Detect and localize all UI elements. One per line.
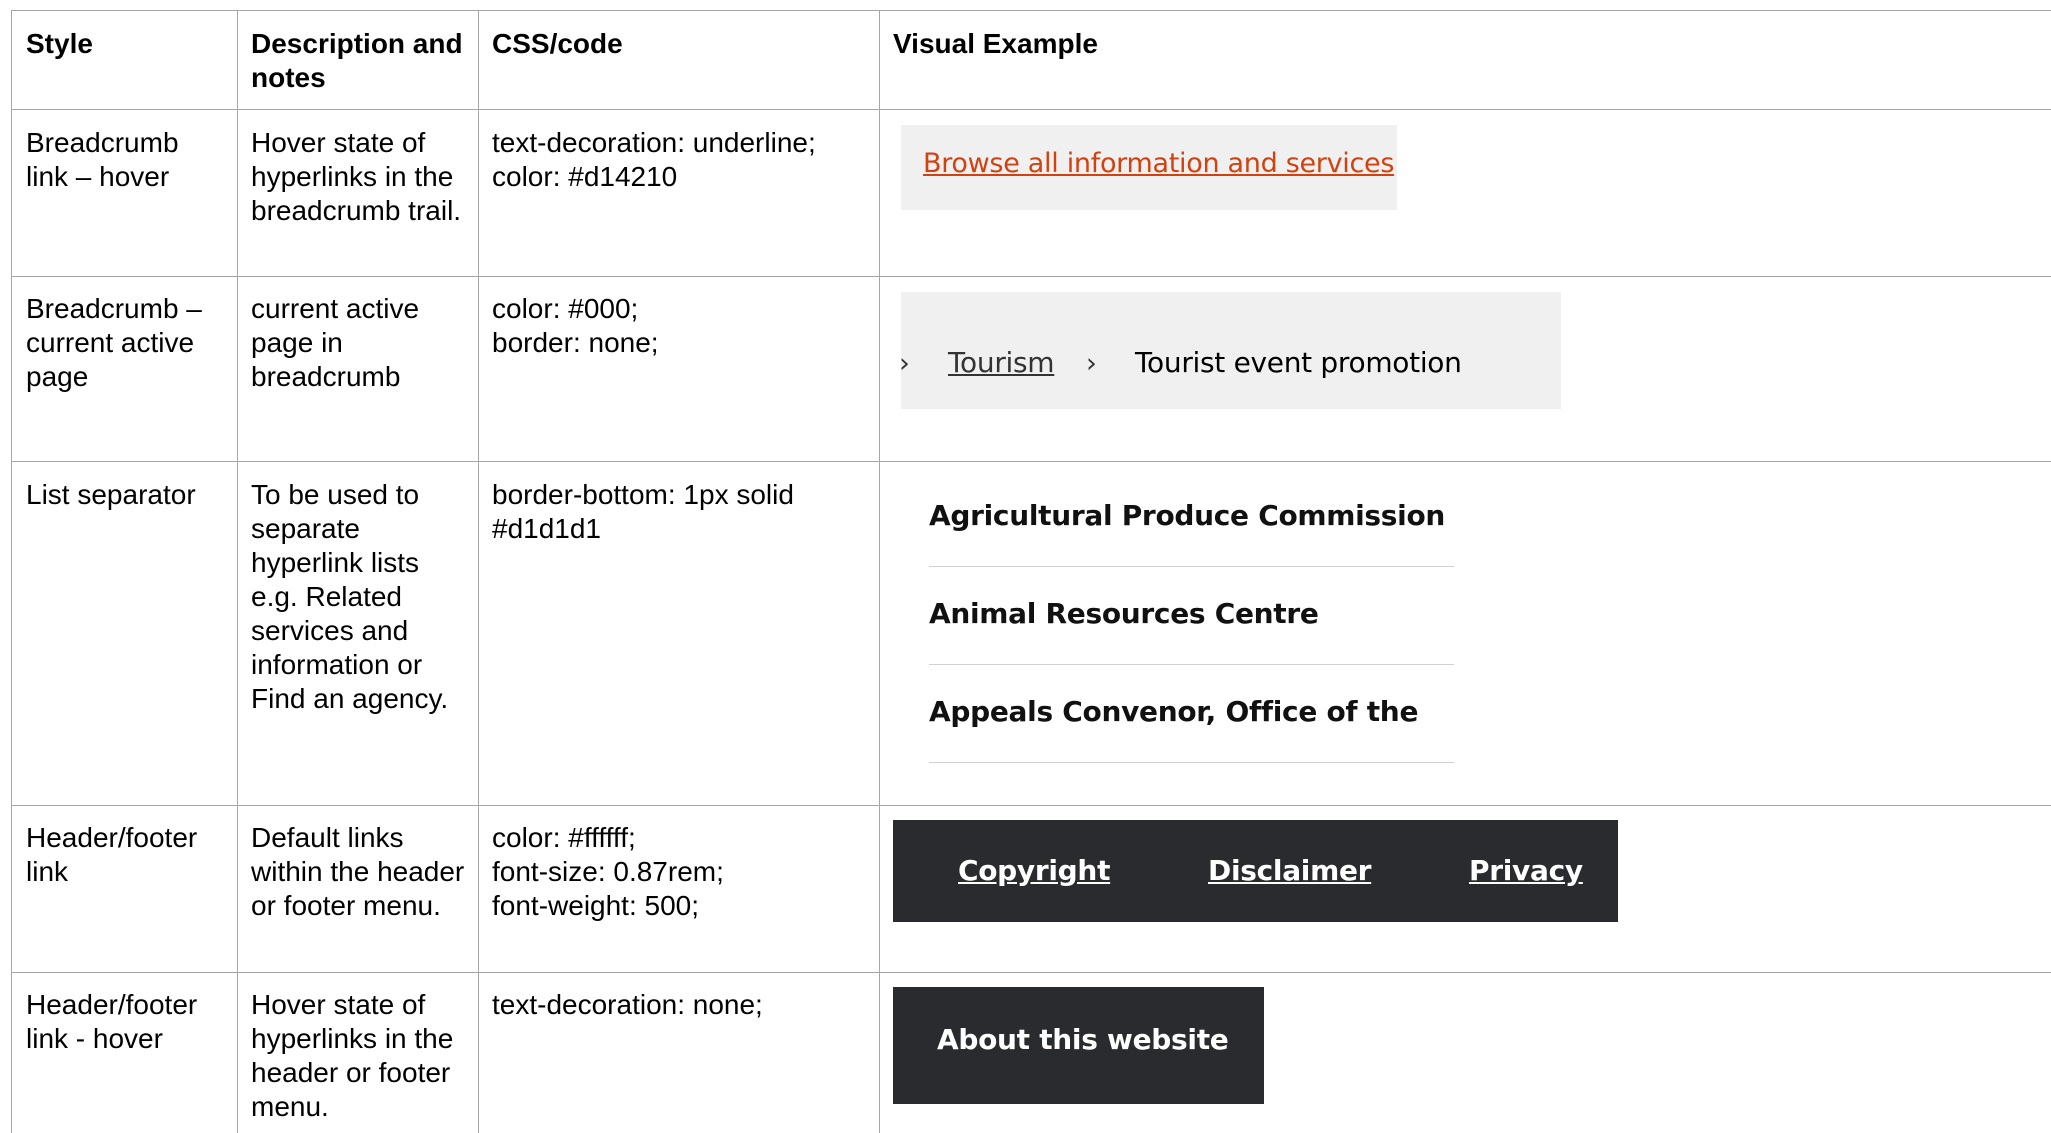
header-style: Style — [26, 28, 93, 59]
row-style: Header/footer link — [26, 822, 198, 887]
breadcrumb-current-page: Tourist event promotion — [1135, 346, 1462, 379]
row-divider — [11, 972, 2051, 973]
row-divider — [11, 461, 2051, 462]
row-css-code: text-decoration: none; — [492, 989, 763, 1020]
row-description: current active page in breadcrumb — [251, 293, 420, 392]
breadcrumb-hover-example: Browse all information and services — [901, 125, 1397, 210]
footer-link-copyright[interactable]: Copyright — [958, 854, 1110, 887]
row-description: To be used to separate hyperlink lists e… — [251, 479, 449, 714]
row-css-code: border-bottom: 1px solid #d1d1d1 — [492, 479, 794, 544]
row-style: List separator — [26, 479, 196, 510]
breadcrumb-active-example: › Tourism › Tourist event promotion — [899, 292, 1561, 409]
footer-link-privacy[interactable]: Privacy — [1469, 854, 1583, 887]
row-description: Hover state of hyperlinks in the header … — [251, 989, 454, 1122]
row-divider — [11, 276, 2051, 277]
row-divider — [11, 805, 2051, 806]
row-style: Breadcrumb – current active page — [26, 293, 202, 392]
chevron-right-icon: › — [899, 348, 910, 379]
header-description: Description and notes — [251, 28, 463, 93]
row-divider — [11, 109, 2051, 110]
row-css-code: color: #ffffff; font-size: 0.87rem; font… — [492, 822, 724, 921]
list-item[interactable]: Agricultural Produce Commission — [929, 499, 1454, 532]
footer-link-disclaimer[interactable]: Disclaimer — [1208, 854, 1371, 887]
row-css-code: color: #000; border: none; — [492, 293, 659, 358]
header-css: CSS/code — [492, 28, 623, 59]
chevron-right-icon: › — [1086, 348, 1097, 379]
list-separator — [929, 664, 1454, 665]
column-divider — [879, 10, 880, 1133]
row-description: Default links within the header or foote… — [251, 822, 465, 921]
browse-all-link[interactable]: Browse all information and services — [923, 148, 1394, 179]
row-css-code: text-decoration: underline; color: #d142… — [492, 127, 816, 192]
column-divider — [478, 10, 479, 1133]
table-border-top — [11, 10, 2051, 11]
row-description: Hover state of hyperlinks in the breadcr… — [251, 127, 462, 226]
footer-links-example: Copyright Disclaimer Privacy — [893, 820, 1618, 922]
list-separator — [929, 566, 1454, 567]
row-style: Header/footer link - hover — [26, 989, 198, 1054]
list-item[interactable]: Appeals Convenor, Office of the — [929, 695, 1454, 728]
breadcrumb-link-tourism[interactable]: Tourism — [948, 346, 1055, 379]
footer-link-about[interactable]: About this website — [937, 1023, 1229, 1056]
column-divider — [11, 10, 12, 1133]
list-separator — [929, 762, 1454, 763]
footer-hover-example: About this website — [893, 987, 1264, 1104]
row-style: Breadcrumb link – hover — [26, 127, 179, 192]
header-visual-example: Visual Example — [893, 28, 1098, 59]
column-divider — [237, 10, 238, 1133]
list-item[interactable]: Animal Resources Centre — [929, 597, 1454, 630]
